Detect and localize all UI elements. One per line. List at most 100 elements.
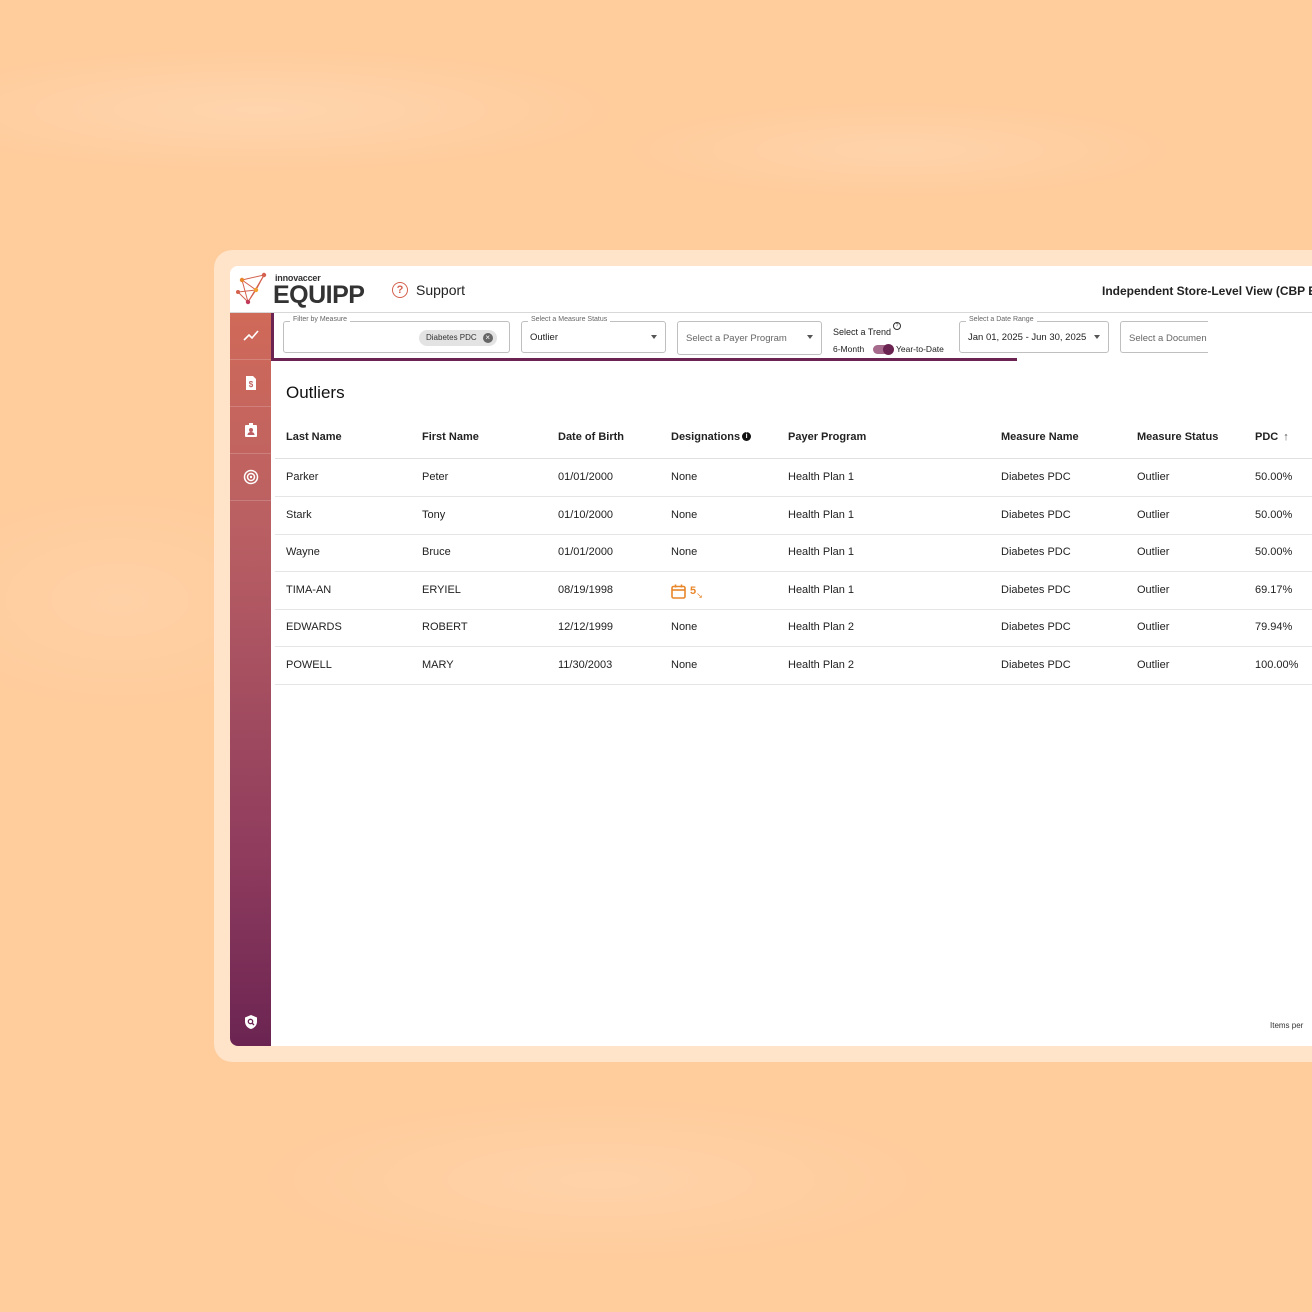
cell-first-name: Peter (422, 471, 449, 483)
document-select[interactable]: Select a Documen (1120, 321, 1208, 353)
cell-designations: None (671, 546, 698, 558)
pdc-label: PDC (1255, 431, 1279, 443)
cell-payer-program: Health Plan 1 (788, 583, 855, 596)
column-header-pdc[interactable]: PDC ↑ (1255, 431, 1289, 443)
cell-last-name: TIMA-AN (286, 583, 332, 596)
cell-first-name: MARY (422, 658, 454, 671)
column-header-first-name[interactable]: First Name (422, 431, 479, 443)
support-label: Support (416, 282, 466, 298)
table-row[interactable]: Stark Tony 01/10/2000 None Health Plan 1 Diab… (275, 497, 1312, 535)
table-row[interactable]: Wayne Bruce 01/01/2000 None Health Plan 1 Dia… (275, 534, 1312, 572)
column-header-last-name[interactable]: Last Name (286, 431, 342, 443)
table-row[interactable]: EDWARDS ROBERT 12/12/1999 None Health Plan 2… (275, 609, 1312, 647)
cell-payer-program: Health Plan 1 (788, 508, 855, 521)
cell-dob: 01/10/2000 (558, 508, 614, 521)
support-link[interactable]: ? Support (392, 280, 465, 300)
cell-measure-status: Outlier (1137, 621, 1170, 633)
help-circle-icon[interactable]: ? (893, 322, 901, 330)
sidebar-item-billing[interactable]: $ (230, 360, 271, 407)
cell-measure-status: Outlier (1137, 508, 1170, 521)
column-header-measure-status[interactable]: Measure Status (1137, 431, 1218, 443)
cell-designations: None (671, 471, 698, 483)
calendar-icon (671, 584, 686, 599)
cell-measure-name: Diabetes PDC (1001, 621, 1071, 633)
date-range-value: Jan 01, 2025 - Jun 30, 2025 (968, 332, 1087, 343)
help-circle-icon: ? (392, 282, 408, 298)
measure-status-select[interactable]: Select a Measure Status Outlier (521, 316, 666, 353)
table-header-row: Last Name First Name Date of Birth Desig… (275, 418, 1312, 459)
cell-pdc: 50.00% (1255, 471, 1293, 483)
sidebar-item-trends[interactable] (230, 313, 271, 360)
sidebar-item-targets[interactable] (230, 454, 271, 501)
cell-dob: 12/12/1999 (558, 621, 614, 633)
cell-measure-name: Diabetes PDC (1001, 583, 1071, 596)
cell-last-name: Stark (286, 508, 312, 521)
cell-pdc: 50.00% (1255, 508, 1293, 521)
top-header: innovaccer EQUIPP ? Support Independent … (230, 266, 1312, 313)
measure-chip-label: Diabetes PDC (426, 333, 477, 342)
items-per-page-label: Items per (1270, 1021, 1304, 1030)
trend-toggle[interactable] (873, 343, 894, 355)
chip-close-icon[interactable]: × (482, 333, 493, 343)
measure-filter-legend: Filter by Measure (290, 316, 351, 323)
patient-badge-icon (244, 423, 257, 437)
innovaccer-logo-icon (236, 272, 267, 305)
cell-designations: None (671, 508, 698, 521)
app-window: innovaccer EQUIPP ? Support Independent … (230, 266, 1312, 1046)
chevron-down-icon (651, 335, 657, 339)
cell-measure-status: Outlier (1137, 546, 1170, 558)
table-row[interactable]: POWELL MARY 11/30/2003 None Health Plan 2 Dia… (275, 647, 1312, 685)
column-header-payer-program[interactable]: Payer Program (788, 431, 866, 443)
cell-dob: 11/30/2003 (558, 658, 613, 671)
trend-option-six-month: 6-Month (833, 344, 865, 354)
column-header-designations[interactable]: Designations i (671, 431, 752, 443)
date-range-legend: Select a Date Range (966, 316, 1037, 323)
date-range-select[interactable]: Select a Date Range Jan 01, 2025 - Jun 3… (959, 316, 1109, 353)
svg-text:$: $ (248, 380, 253, 389)
designations-label: Designations (671, 431, 741, 443)
billing-document-icon: $ (245, 376, 256, 390)
cell-designations: None (671, 658, 698, 671)
info-icon[interactable]: i (742, 432, 752, 441)
column-header-measure-name[interactable]: Measure Name (1001, 431, 1079, 443)
cell-measure-status: Outlier (1137, 658, 1170, 671)
shield-search-icon (244, 1015, 257, 1029)
chevron-down-icon (1094, 335, 1100, 339)
sidebar-item-patients[interactable] (230, 407, 271, 454)
measure-filter[interactable]: Filter by Measure Diabetes PDC × (283, 316, 510, 353)
cell-measure-name: Diabetes PDC (1001, 508, 1071, 521)
column-header-dob[interactable]: Date of Birth (558, 431, 624, 443)
cell-first-name: Tony (422, 508, 446, 521)
cell-payer-program: Health Plan 1 (788, 546, 855, 558)
payer-program-placeholder: Select a Payer Program (686, 333, 787, 344)
brand-product-name: EQUIPP (273, 281, 365, 309)
view-title: Independent Store-Level View (CBP Enha (1102, 284, 1312, 298)
measure-status-value: Outlier (530, 332, 558, 343)
sidebar: $ (230, 313, 271, 1046)
document-placeholder: Select a Documen (1129, 333, 1207, 344)
trend-chart-icon (242, 330, 259, 341)
table-row[interactable]: TIMA-AN ERYIEL 08/19/1998 5↘ Health Plan 1 Di… (275, 572, 1312, 610)
cell-dob: 01/01/2000 (558, 546, 614, 558)
cell-designations[interactable]: 5↘ (671, 584, 703, 600)
cell-pdc: 50.00% (1255, 546, 1293, 558)
cell-measure-status: Outlier (1137, 471, 1170, 483)
cell-last-name: EDWARDS (286, 621, 342, 633)
cell-last-name: Parker (286, 471, 319, 483)
cell-pdc: 79.94% (1255, 621, 1293, 633)
cell-designations: None (671, 621, 698, 633)
trend-option-ytd: Year-to-Date (896, 344, 944, 354)
cell-payer-program: Health Plan 1 (788, 471, 855, 483)
payer-program-select[interactable]: Select a Payer Program (677, 321, 822, 355)
filter-bar: Filter by Measure Diabetes PDC × Select … (271, 313, 1312, 361)
sidebar-item-privacy[interactable] (230, 999, 271, 1045)
sort-ascending-icon[interactable]: ↑ (1283, 431, 1289, 443)
cell-payer-program: Health Plan 2 (788, 658, 855, 671)
target-icon (243, 469, 258, 485)
table-row[interactable]: Parker Peter 01/01/2000 None Health Plan 1 Di… (275, 459, 1312, 497)
cell-dob: 08/19/1998 (558, 583, 614, 596)
cell-measure-status: Outlier (1137, 583, 1170, 596)
measure-chip: Diabetes PDC × (419, 330, 497, 346)
cell-first-name: ERYIEL (422, 583, 461, 596)
cell-last-name: Wayne (286, 546, 320, 558)
